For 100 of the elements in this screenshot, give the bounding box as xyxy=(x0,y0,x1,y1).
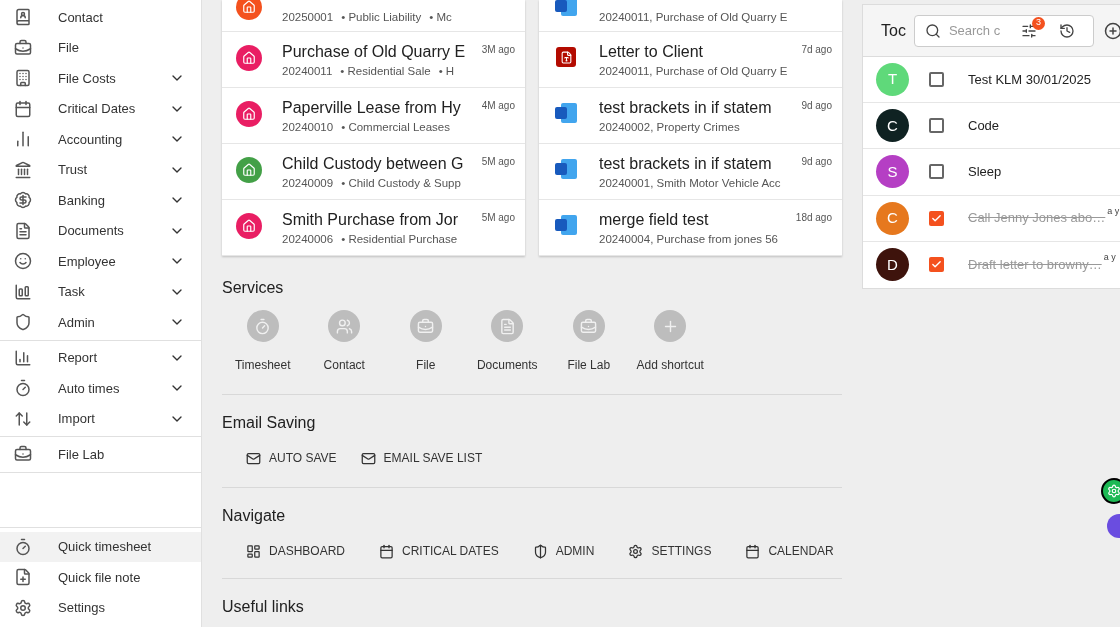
todo-text: Code xyxy=(968,117,1000,136)
shortcut-button[interactable]: Timesheet xyxy=(222,310,304,374)
file-tag: • Public Liability xyxy=(341,9,422,25)
checkbox[interactable] xyxy=(929,118,944,134)
todo-item[interactable]: T Test KLM 30/01/2025 xyxy=(863,57,1120,104)
sidebar-item[interactable]: Banking xyxy=(0,185,201,216)
document-list-item[interactable]: 20240011, Purchase of Old Quarry E xyxy=(539,0,842,32)
search-icon xyxy=(924,22,941,39)
calendar-icon xyxy=(379,543,394,559)
stopwatch-icon xyxy=(254,317,272,335)
todo-item[interactable]: S Sleep xyxy=(863,149,1120,196)
stopwatch-icon xyxy=(14,537,32,556)
sidebar-item[interactable]: Quick timesheet xyxy=(0,531,201,562)
stopwatch-icon xyxy=(14,379,32,398)
todo-item[interactable]: C Code xyxy=(863,103,1120,150)
shortcut-button[interactable]: File xyxy=(385,310,467,374)
checkbox[interactable] xyxy=(929,257,944,273)
file-number: 20240006 xyxy=(282,232,334,247)
word-file-icon xyxy=(555,0,577,16)
file-list-item[interactable]: Paperville Lease from Hy 20240010 • Commercial Leases 4M ago xyxy=(222,88,525,144)
sidebar-item[interactable]: Auto times xyxy=(0,373,201,404)
sidebar-item[interactable]: Contact xyxy=(0,2,201,33)
sidebar-item[interactable]: Documents xyxy=(0,215,201,246)
section-title: Useful links xyxy=(222,597,305,617)
time-ago: 9d ago xyxy=(801,155,832,169)
sidebar-item[interactable]: Task xyxy=(0,276,201,307)
filter-icon[interactable] xyxy=(1020,22,1037,39)
checkbox[interactable] xyxy=(929,164,944,180)
floating-action-button[interactable] xyxy=(1100,477,1120,504)
word-file-icon xyxy=(555,159,577,179)
house-icon xyxy=(242,107,256,121)
document-subtitle: 20240011, Purchase of Old Quarry E xyxy=(599,64,789,79)
sidebar-item[interactable]: File xyxy=(0,32,201,63)
sidebar-item[interactable]: Import xyxy=(0,403,201,434)
document-list-item[interactable]: test brackets in if statem 20240001, Smith Motor Vehicle Acc 9d ago xyxy=(539,144,842,200)
time-ago: 4M ago xyxy=(481,99,515,113)
dollar-icon xyxy=(14,191,32,210)
briefcase-icon xyxy=(417,317,435,335)
sidebar-item[interactable]: Employee xyxy=(0,246,201,277)
file-number: 20250001 xyxy=(282,10,334,25)
text-button[interactable]: CALENDAR xyxy=(737,536,842,566)
contact-book-icon xyxy=(14,8,32,27)
chart-icon xyxy=(14,348,32,367)
sidebar-item[interactable]: Report xyxy=(0,342,201,373)
time-ago: a y xyxy=(1107,204,1120,218)
sidebar-item[interactable]: Trust xyxy=(0,154,201,185)
people-icon xyxy=(335,317,353,335)
gear-icon xyxy=(1106,483,1120,498)
file-tag: • Residential Purchase xyxy=(341,231,458,247)
text-button[interactable]: AUTO SAVE xyxy=(238,443,345,473)
house-icon xyxy=(242,0,256,14)
document-icon xyxy=(498,317,516,335)
document-list-item[interactable]: Letter to Client 20240011, Purchase of Old Quarry E 7d ago xyxy=(539,32,842,88)
sidebar-item[interactable]: Quick file note xyxy=(0,562,201,593)
dashboard-icon xyxy=(246,543,261,559)
time-ago: 3M ago xyxy=(481,43,515,57)
avatar: T xyxy=(876,63,909,97)
search-field[interactable]: Search c xyxy=(948,20,1009,41)
shortcut-button[interactable]: Documents xyxy=(466,310,548,374)
file-list-item[interactable]: Child Custody between G 20240009 • Child Custody & Supp 5M ago xyxy=(222,144,525,200)
mail-icon xyxy=(360,450,376,466)
sidebar-item[interactable]: Critical Dates xyxy=(0,93,201,124)
text-button[interactable]: ADMIN xyxy=(524,536,603,566)
history-icon[interactable] xyxy=(1058,22,1075,39)
house-icon xyxy=(242,219,256,233)
file-tag: • Child Custody & Supp xyxy=(341,175,461,191)
time-ago: a y xyxy=(1103,250,1116,264)
checkbox[interactable] xyxy=(929,210,944,226)
shortcut-button[interactable]: Contact xyxy=(303,310,385,374)
section-title: Navigate xyxy=(222,506,287,526)
sidebar-item[interactable]: File Costs xyxy=(0,63,201,94)
time-ago: 18d ago xyxy=(795,211,832,225)
add-icon[interactable] xyxy=(1103,21,1120,40)
sidebar-item[interactable]: File Lab xyxy=(0,439,201,470)
sidebar-item[interactable]: Accounting xyxy=(0,124,201,155)
file-list-item[interactable]: Smith Purchase from Jor 20240006 • Residential Purchase 5M ago xyxy=(222,200,525,256)
file-list-item[interactable]: Purchase of Old Quarry E 20240011 • Residential Sale • H 3M ago xyxy=(222,32,525,88)
checkbox[interactable] xyxy=(929,72,944,88)
mail-icon xyxy=(246,450,261,466)
file-list-item[interactable]: 20250001 • Public Liability • Mc xyxy=(222,0,525,32)
document-list-item[interactable]: merge field test 20240004, Purchase from jones 56 18d ago xyxy=(539,200,842,256)
settings-icon xyxy=(628,543,644,559)
text-button[interactable]: SETTINGS xyxy=(620,536,720,566)
time-ago: 9d ago xyxy=(801,99,832,113)
avatar: C xyxy=(876,109,909,143)
shortcut-button[interactable]: File Lab xyxy=(548,310,630,374)
sidebar-item[interactable]: Settings xyxy=(0,592,201,623)
todo-text: Test KLM 30/01/2025 xyxy=(968,70,1091,89)
document-icon xyxy=(14,221,32,240)
file-number: 20240010 xyxy=(282,120,334,135)
text-button[interactable]: EMAIL SAVE LIST xyxy=(352,443,491,473)
text-button[interactable]: DASHBOARD xyxy=(238,536,353,566)
shortcut-button[interactable]: Add shortcut xyxy=(629,310,711,374)
text-button[interactable]: CRITICAL DATES xyxy=(371,536,507,566)
file-plus-icon xyxy=(14,568,32,587)
panel-title: Toc xyxy=(881,20,906,41)
time-ago: 5M ago xyxy=(481,155,515,169)
sidebar-item[interactable]: Admin xyxy=(0,307,201,338)
document-list-item[interactable]: test brackets in if statem 20240002, Property Crimes 9d ago xyxy=(539,88,842,144)
briefcase-icon xyxy=(14,38,32,57)
